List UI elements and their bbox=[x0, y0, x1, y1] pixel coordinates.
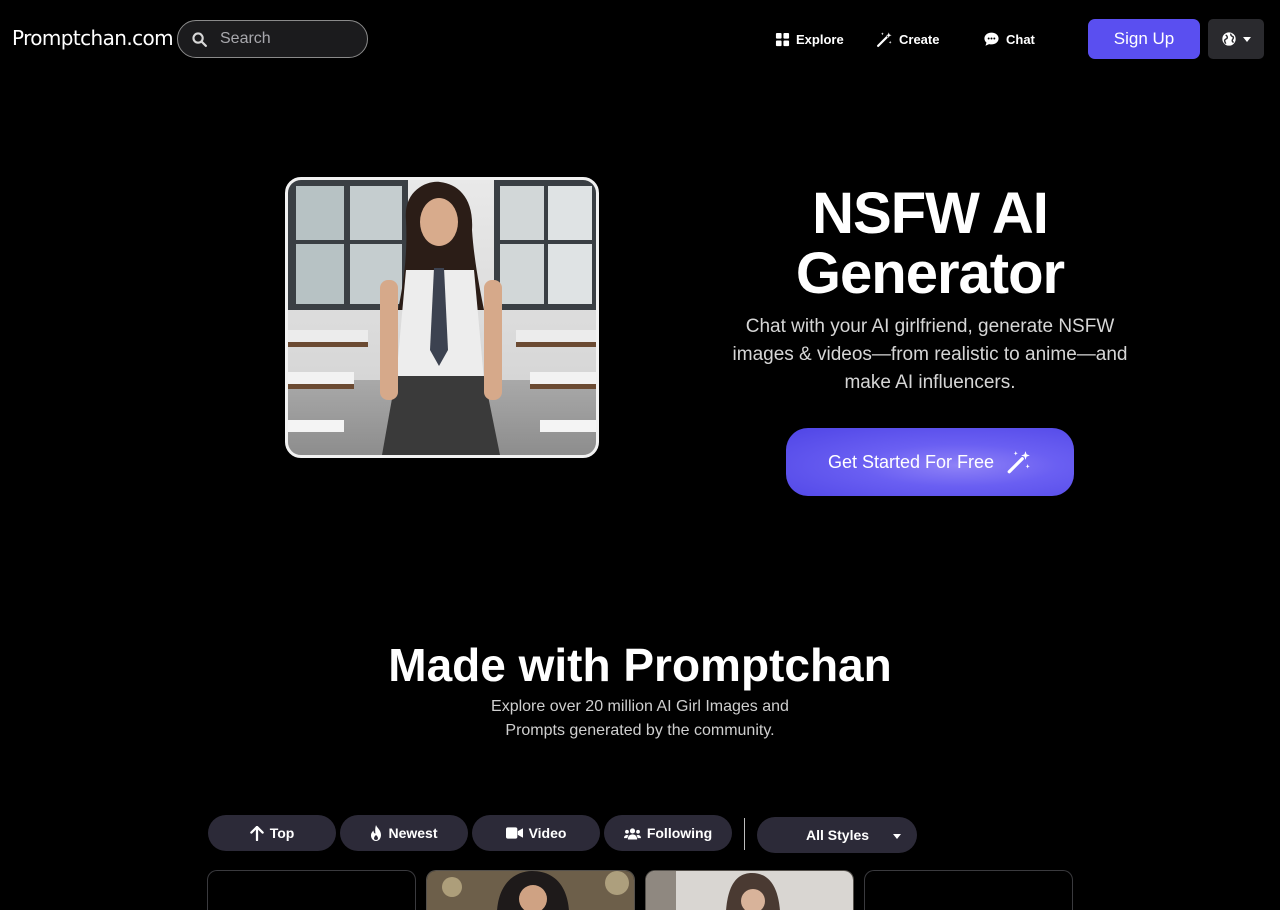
filter-video-label: Video bbox=[528, 825, 567, 841]
grid-icon bbox=[775, 32, 790, 47]
language-selector[interactable] bbox=[1208, 19, 1264, 59]
site-logo[interactable]: Promptchan.com bbox=[12, 26, 174, 50]
classroom-photo bbox=[288, 180, 596, 455]
filter-divider bbox=[744, 818, 745, 850]
gallery-card[interactable] bbox=[426, 870, 635, 910]
filter-following[interactable]: Following bbox=[604, 815, 732, 851]
gallery-card[interactable] bbox=[645, 870, 854, 910]
filter-newest[interactable]: Newest bbox=[340, 815, 468, 851]
sign-up-button[interactable]: Sign Up bbox=[1088, 19, 1200, 59]
filter-newest-label: Newest bbox=[388, 825, 438, 841]
globe-icon bbox=[1222, 32, 1236, 46]
filter-top[interactable]: Top bbox=[208, 815, 336, 851]
nav-chat-label: Chat bbox=[1006, 31, 1035, 47]
nav-explore-label: Explore bbox=[796, 31, 844, 47]
chevron-down-icon bbox=[1243, 36, 1251, 42]
gallery-card[interactable] bbox=[864, 870, 1073, 910]
chat-bubble-icon bbox=[983, 31, 1000, 47]
gallery-card-thumbnail bbox=[427, 871, 634, 910]
filter-top-label: Top bbox=[269, 825, 295, 841]
arrow-up-icon bbox=[249, 825, 264, 841]
search-icon bbox=[192, 31, 208, 47]
gallery-subtitle: Explore over 20 million AI Girl Images a… bbox=[491, 698, 789, 739]
gallery-card[interactable] bbox=[207, 870, 416, 910]
filter-video[interactable]: Video bbox=[472, 815, 600, 851]
style-select-label: All Styles bbox=[806, 827, 870, 843]
hero-subtitle: Chat with your AI girlfriend, generate N… bbox=[732, 316, 1128, 393]
top-navbar: Promptchan.com Explore Cr bbox=[0, 0, 1280, 78]
get-started-label: Get Started For Free bbox=[827, 451, 995, 472]
video-camera-icon bbox=[505, 827, 523, 839]
hero-title: NSFW AI Generator bbox=[795, 181, 1065, 306]
get-started-button[interactable]: Get Started For Free bbox=[786, 428, 1074, 496]
nav-create[interactable]: Create bbox=[876, 28, 939, 50]
filter-following-label: Following bbox=[646, 825, 713, 841]
users-icon bbox=[623, 827, 641, 839]
nav-chat[interactable]: Chat bbox=[983, 28, 1035, 50]
style-select[interactable]: All Styles bbox=[757, 817, 917, 853]
gallery-title: Made with Promptchan bbox=[388, 639, 892, 691]
search-input[interactable] bbox=[218, 29, 348, 49]
chevron-down-icon bbox=[893, 834, 901, 839]
magic-wand-icon bbox=[876, 31, 893, 48]
gallery-card-thumbnail bbox=[646, 871, 853, 910]
search-box[interactable] bbox=[177, 20, 368, 58]
hero-image bbox=[285, 177, 599, 458]
fire-icon bbox=[371, 825, 382, 841]
magic-wand-icon bbox=[1007, 451, 1030, 474]
nav-create-label: Create bbox=[899, 31, 940, 47]
nav-explore[interactable]: Explore bbox=[775, 28, 844, 50]
